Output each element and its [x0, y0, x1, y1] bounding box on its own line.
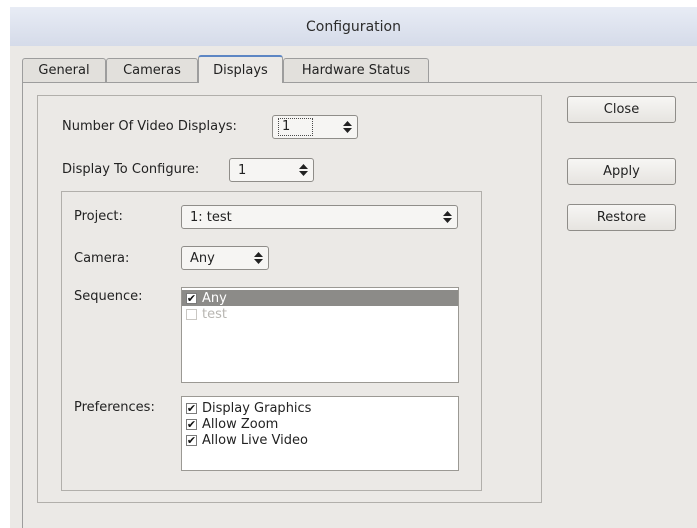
tab-hardware-status[interactable]: Hardware Status [283, 58, 429, 82]
camera-combo[interactable]: Any [181, 246, 269, 270]
list-item-sequence-any[interactable]: ✔ Any [182, 290, 458, 306]
checkbox-test[interactable] [186, 308, 197, 320]
list-item-label: Allow Zoom [202, 416, 279, 432]
camera-label: Camera: [74, 251, 130, 266]
tab-label: Cameras [123, 63, 181, 78]
display-to-configure-value: 1 [238, 162, 247, 178]
updown-arrows-icon [248, 252, 268, 264]
tab-cameras[interactable]: Cameras [106, 58, 198, 82]
window-titlebar[interactable]: Configuration [10, 7, 697, 47]
tab-general[interactable]: General [22, 58, 106, 82]
updown-arrows-icon [293, 164, 313, 176]
check-icon: ✔ [186, 291, 197, 305]
tab-label: Hardware Status [301, 63, 411, 78]
checkbox-any[interactable]: ✔ [186, 291, 197, 305]
sequence-label: Sequence: [74, 289, 143, 304]
close-button[interactable]: Close [567, 96, 676, 123]
list-item-label: Allow Live Video [202, 432, 308, 448]
num-displays-value: 1 [278, 118, 314, 136]
tab-label: Displays [213, 62, 268, 78]
tab-displays[interactable]: Displays [198, 55, 283, 83]
check-icon: ✔ [186, 433, 197, 447]
list-item-allow-zoom[interactable]: ✔ Allow Zoom [182, 416, 458, 432]
display-to-configure-label: Display To Configure: [62, 162, 200, 177]
list-item-label: test [202, 306, 227, 322]
num-displays-label: Number Of Video Displays: [62, 119, 237, 134]
list-item-label: Display Graphics [202, 400, 312, 416]
sequence-list[interactable]: ✔ Any test [181, 287, 459, 383]
restore-button[interactable]: Restore [567, 204, 676, 231]
list-item-label: Any [202, 290, 227, 306]
updown-arrows-icon [437, 211, 457, 223]
num-displays-combo[interactable]: 1 [272, 115, 358, 139]
list-item-sequence-test[interactable]: test [182, 306, 458, 322]
camera-value: Any [190, 250, 215, 266]
tab-label: General [38, 63, 90, 78]
window-title: Configuration [306, 18, 401, 35]
project-value: 1: test [190, 209, 232, 225]
preferences-list[interactable]: ✔ Display Graphics ✔ Allow Zoom ✔ Allow … [181, 396, 459, 471]
list-item-allow-live-video[interactable]: ✔ Allow Live Video [182, 432, 458, 448]
check-icon: ✔ [186, 401, 197, 415]
display-to-configure-combo[interactable]: 1 [229, 158, 314, 182]
checkbox-allow-zoom[interactable]: ✔ [186, 417, 197, 431]
apply-button[interactable]: Apply [567, 158, 676, 185]
checkbox-allow-live-video[interactable]: ✔ [186, 433, 197, 447]
check-icon: ✔ [186, 417, 197, 431]
restore-button-label: Restore [596, 210, 647, 225]
updown-arrows-icon [337, 121, 357, 133]
preferences-label: Preferences: [74, 400, 155, 415]
project-label: Project: [74, 209, 123, 224]
close-button-label: Close [603, 102, 640, 117]
checkbox-display-graphics[interactable]: ✔ [186, 401, 197, 415]
project-combo[interactable]: 1: test [181, 205, 458, 229]
list-item-display-graphics[interactable]: ✔ Display Graphics [182, 400, 458, 416]
apply-button-label: Apply [603, 164, 640, 179]
